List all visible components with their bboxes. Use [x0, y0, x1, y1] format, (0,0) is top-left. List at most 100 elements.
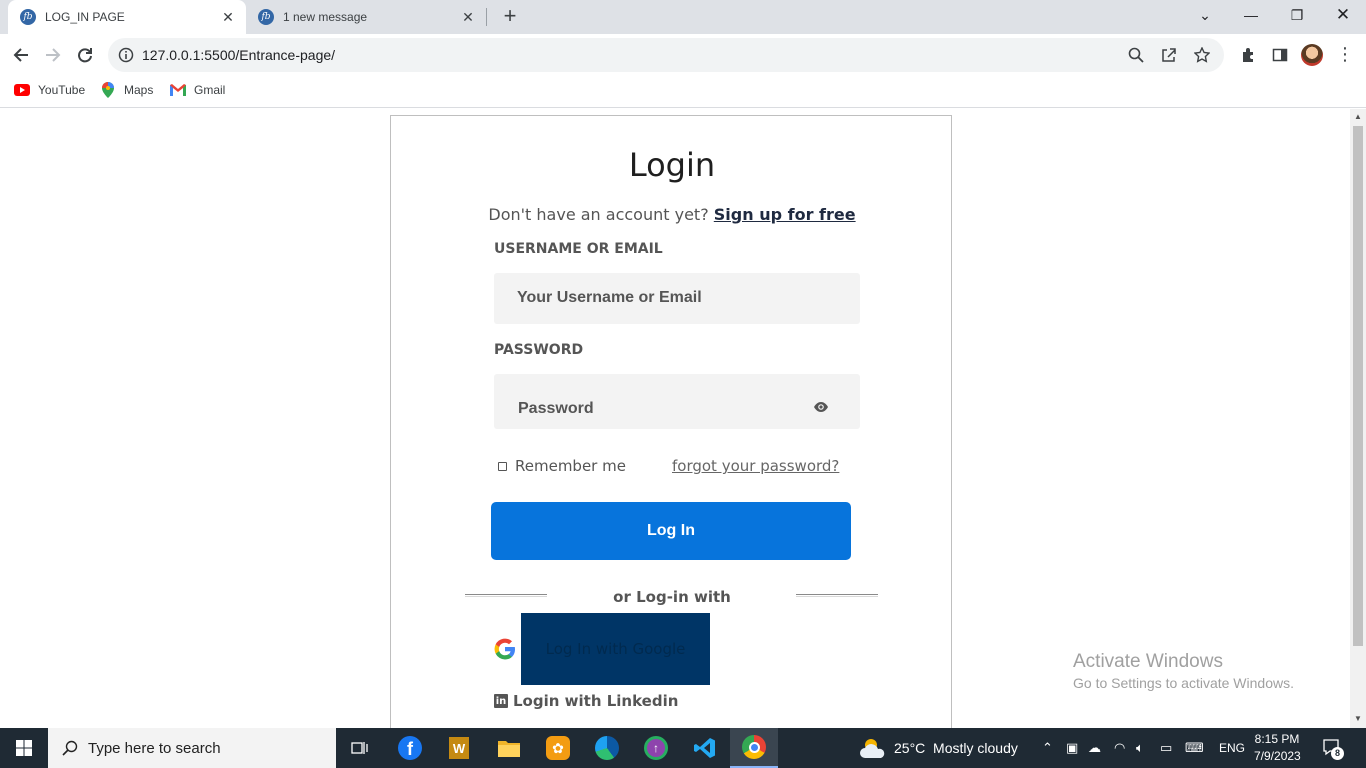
address-bar[interactable]: 127.0.0.1:5500/Entrance-page/ — [108, 38, 1224, 72]
bookmark-gmail[interactable]: Gmail — [170, 82, 225, 98]
taskbar-facebook[interactable]: f — [386, 728, 434, 768]
login-button[interactable]: Log In — [491, 502, 851, 560]
page-scrollbar[interactable]: ▲ ▼ — [1350, 109, 1366, 728]
tab-search-icon[interactable]: ⌄ — [1182, 0, 1228, 30]
divider-right — [796, 594, 878, 597]
edge-icon — [595, 736, 619, 760]
page-title: Login — [628, 146, 716, 184]
language-indicator[interactable]: ENG — [1219, 741, 1245, 755]
notification-count-badge: 8 — [1331, 747, 1344, 760]
back-button[interactable] — [6, 40, 36, 70]
forward-arrow-icon — [46, 48, 61, 62]
bookmark-star-icon[interactable] — [1194, 47, 1210, 63]
app-green-icon: ↑ — [644, 736, 668, 760]
back-arrow-icon — [13, 48, 28, 62]
notification-center-button[interactable]: 8 — [1322, 738, 1344, 760]
menu-kebab-icon[interactable]: ⋮ — [1336, 45, 1354, 65]
tab-title: LOG_IN PAGE — [45, 10, 125, 24]
share-icon[interactable] — [1161, 47, 1177, 63]
show-hidden-icons-chevron-icon[interactable]: ⌃ — [1042, 740, 1053, 756]
taskbar-word[interactable]: W — [435, 728, 483, 768]
start-button[interactable] — [0, 728, 48, 768]
watermark-title: Activate Windows — [1073, 651, 1223, 672]
close-window-button[interactable]: ✕ — [1320, 0, 1366, 30]
tab-new-message[interactable]: fb 1 new message ✕ — [248, 0, 486, 34]
search-placeholder: Type here to search — [88, 739, 221, 757]
task-view-button[interactable] — [336, 728, 384, 768]
linkedin-login-link[interactable]: in Login with Linkedin — [494, 692, 678, 710]
bookmark-maps[interactable]: Maps — [100, 82, 153, 98]
zoom-icon[interactable] — [1128, 47, 1144, 63]
maps-pin-icon — [100, 82, 116, 98]
username-label: USERNAME OR EMAIL — [494, 241, 663, 257]
bookmark-label: YouTube — [38, 83, 86, 97]
meet-now-icon[interactable]: ▣ — [1066, 740, 1078, 756]
close-tab-icon[interactable]: ✕ — [460, 9, 476, 26]
clock-date: 7/9/2023 — [1254, 749, 1301, 763]
taskbar-search-box[interactable]: Type here to search — [48, 728, 336, 768]
wifi-icon[interactable]: ◠ — [1114, 740, 1125, 756]
weather-text[interactable]: 25°C Mostly cloudy — [894, 740, 1018, 756]
remember-me-checkbox[interactable] — [498, 462, 507, 471]
or-login-with-text: or Log-in with — [613, 588, 731, 606]
site-info-icon[interactable] — [118, 47, 134, 63]
scroll-down-arrow-icon[interactable]: ▼ — [1354, 714, 1362, 723]
taskbar-app-green[interactable]: ↑ — [632, 728, 680, 768]
linkedin-icon: in — [494, 694, 508, 708]
password-input[interactable]: Password — [494, 374, 860, 429]
browser-toolbar: 127.0.0.1:5500/Entrance-page/ ⋮ — [0, 34, 1366, 76]
onedrive-cloud-icon[interactable]: ☁ — [1088, 740, 1101, 756]
tab-title: 1 new message — [283, 10, 368, 24]
taskbar-edge[interactable] — [583, 728, 631, 768]
login-card: Login Don't have an account yet? Sign up… — [390, 115, 952, 728]
tab-login-page[interactable]: fb LOG_IN PAGE ✕ — [8, 0, 246, 34]
scrollbar-thumb[interactable] — [1353, 126, 1363, 646]
forward-button[interactable] — [38, 40, 68, 70]
new-tab-button[interactable]: + — [498, 4, 522, 28]
password-label: PASSWORD — [494, 342, 584, 358]
google-icon — [494, 638, 515, 660]
taskbar-clock[interactable]: 8:15 PM 7/9/2023 — [1254, 731, 1301, 765]
signup-link[interactable]: Sign up for free — [714, 205, 856, 224]
watermark-subtitle: Go to Settings to activate Windows. — [1073, 675, 1294, 691]
taskbar-chrome[interactable] — [730, 728, 778, 768]
windows-taskbar: Type here to search f W ✿ ↑ 25°C Mostly … — [0, 728, 1366, 768]
taskbar-vscode[interactable] — [681, 728, 729, 768]
site-favicon-icon: fb — [20, 9, 36, 25]
gmail-icon — [170, 82, 186, 98]
bookmark-label: Gmail — [194, 83, 226, 97]
keyboard-icon[interactable]: ⌨ — [1185, 740, 1204, 756]
close-tab-icon[interactable]: ✕ — [220, 9, 236, 26]
minimize-button[interactable]: — — [1228, 0, 1274, 30]
side-panel-icon[interactable] — [1272, 47, 1288, 63]
google-login-button[interactable]: Log In with Google — [521, 613, 710, 685]
clock-time: 8:15 PM — [1254, 732, 1300, 746]
folder-icon — [498, 741, 520, 757]
taskbar-app-orange[interactable]: ✿ — [534, 728, 582, 768]
bookmarks-bar: YouTube Maps Gmail — [0, 76, 1366, 108]
volume-icon[interactable]: 🔈︎ — [1136, 740, 1144, 756]
weather-cloud-icon — [860, 739, 885, 758]
search-icon — [62, 740, 78, 756]
profile-avatar[interactable] — [1301, 44, 1323, 66]
bookmark-youtube[interactable]: YouTube — [14, 82, 85, 98]
tab-separator — [486, 8, 487, 26]
reload-button[interactable] — [70, 40, 100, 70]
scroll-up-arrow-icon[interactable]: ▲ — [1354, 112, 1362, 121]
show-password-eye-icon[interactable] — [813, 401, 829, 413]
username-input[interactable]: Your Username or Email — [494, 273, 860, 324]
activate-windows-watermark: Activate Windows Go to Settings to activ… — [1073, 651, 1294, 691]
vscode-icon — [694, 738, 715, 758]
app-orange-icon: ✿ — [546, 736, 570, 760]
taskbar-file-explorer[interactable] — [485, 728, 533, 768]
battery-icon[interactable]: ▭ — [1160, 740, 1172, 756]
task-view-icon — [351, 742, 368, 754]
extensions-icon[interactable] — [1240, 47, 1256, 63]
restore-button[interactable]: ❐ — [1274, 0, 1320, 30]
facebook-icon: f — [398, 736, 422, 760]
username-placeholder: Your Username or Email — [517, 289, 702, 306]
linkedin-label: Login with Linkedin — [513, 692, 679, 710]
tab-strip: fb LOG_IN PAGE ✕ fb 1 new message ✕ + ⌄ … — [0, 0, 1366, 34]
signup-prompt-text: Don't have an account yet? — [488, 205, 709, 224]
forgot-password-link[interactable]: forgot your password? — [672, 457, 839, 475]
